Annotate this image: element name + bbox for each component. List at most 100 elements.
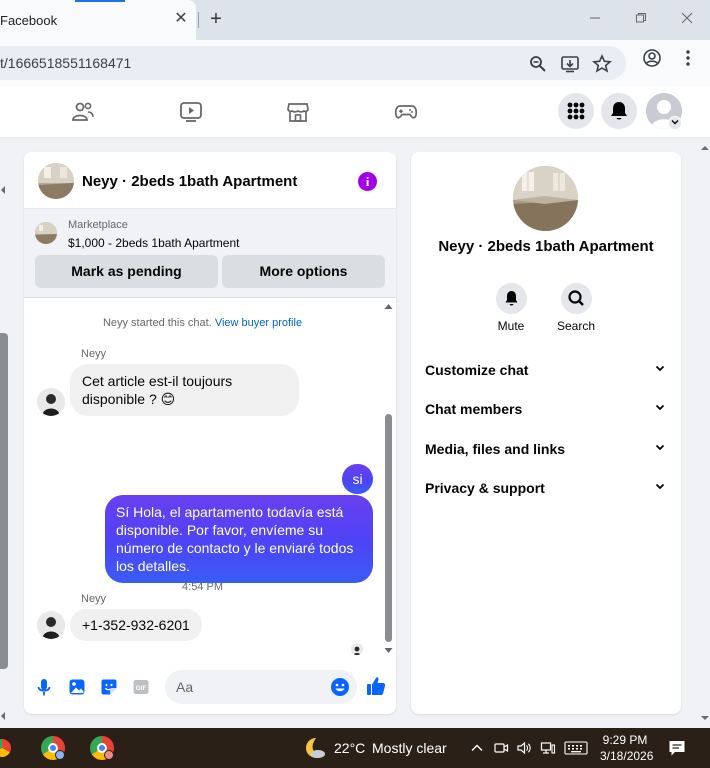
system-clock[interactable]: 9:29 PM 3/18/2026 (600, 732, 654, 764)
search-label: Search (556, 319, 596, 333)
chat-header: Neyy · 2beds 1bath Apartment i (24, 152, 396, 209)
search-action[interactable]: Search (546, 283, 606, 333)
tab-close-icon[interactable]: ✕ (173, 9, 189, 29)
close-window-icon[interactable] (675, 8, 699, 30)
like-thumb-icon[interactable] (365, 675, 387, 697)
browser-tab-strip: Facebook ✕ + (0, 0, 710, 40)
read-receipt-avatar (351, 643, 363, 655)
tab-separator (198, 12, 199, 28)
watch-video-icon[interactable] (179, 101, 203, 123)
chat-members-section[interactable]: Chat members (425, 397, 667, 421)
message-sender-name: Neyy (81, 348, 107, 360)
keyboard-icon[interactable] (564, 740, 588, 756)
message-composer: GIF Aa (24, 660, 396, 714)
media-files-links-section[interactable]: Media, files and links (425, 437, 667, 461)
mute-label: Mute (497, 319, 525, 333)
section-label: Customize chat (425, 362, 529, 378)
conversation-info-panel: Neyy · 2beds 1bath Apartment Mute Search… (411, 152, 681, 714)
chrome-app-icon[interactable] (0, 736, 14, 760)
browser-tab[interactable]: Facebook ✕ (0, 0, 196, 40)
sticker-icon[interactable] (99, 677, 119, 697)
search-icon[interactable] (560, 283, 592, 314)
weather-condition[interactable]: Mostly clear (372, 740, 447, 756)
privacy-support-section[interactable]: Privacy & support (425, 476, 667, 500)
incoming-message[interactable]: Cet article est-il toujours disponible ?… (70, 364, 299, 416)
marketplace-icon[interactable] (286, 101, 310, 123)
message-thread: Neyy started this chat. View buyer profi… (24, 298, 396, 658)
gaming-icon[interactable] (394, 101, 418, 123)
view-buyer-profile-link[interactable]: View buyer profile (215, 317, 302, 329)
notifications-bell-icon[interactable] (601, 93, 637, 129)
chrome-profile-app-icon[interactable] (41, 736, 65, 760)
clock-time: 9:29 PM (602, 733, 648, 747)
restore-icon[interactable] (629, 8, 653, 30)
listing-avatar[interactable] (38, 163, 74, 199)
profile-icon[interactable] (642, 48, 662, 68)
windows-taskbar: 22°C Mostly clear 9:29 PM 3/18/2026 (0, 728, 710, 768)
chat-scrollbar-thumb[interactable] (385, 414, 392, 642)
page-scrollbar[interactable] (697, 138, 710, 728)
sender-avatar[interactable] (37, 388, 65, 416)
left-scrollbar[interactable] (0, 138, 10, 728)
message-input[interactable]: Aa (165, 670, 357, 704)
new-tab-button[interactable]: + (205, 8, 227, 30)
listing-source: Marketplace (68, 219, 128, 231)
photo-icon[interactable] (67, 677, 87, 697)
message-input-placeholder: Aa (176, 679, 194, 695)
gif-icon[interactable]: GIF (131, 677, 151, 697)
weather-moon-icon[interactable] (301, 735, 327, 761)
browser-toolbar: t/1666518551168471 (0, 40, 710, 86)
tab-title: Facebook (0, 13, 58, 28)
chat-title: Neyy · 2beds 1bath Apartment (82, 173, 298, 190)
info-icon[interactable]: i (358, 172, 377, 191)
friends-icon[interactable] (71, 101, 95, 123)
outgoing-message[interactable]: Sí Hola, el apartamento todavía está dis… (105, 495, 373, 583)
message-sender-name: Neyy (81, 593, 107, 605)
browser-menu-icon[interactable] (678, 48, 698, 68)
section-label: Media, files and links (425, 441, 566, 457)
incoming-message[interactable]: +1-352-932-6201 (70, 609, 202, 641)
zoom-icon[interactable] (528, 54, 548, 74)
left-scrollbar-thumb[interactable] (0, 333, 8, 669)
volume-icon[interactable] (516, 740, 532, 756)
svg-text:GIF: GIF (136, 685, 147, 692)
more-options-button[interactable]: More options (222, 255, 385, 288)
chat-started-notice: Neyy started this chat. View buyer profi… (24, 317, 381, 329)
section-label: Chat members (425, 401, 523, 417)
meet-camera-icon[interactable] (493, 740, 509, 756)
clock-date: 3/18/2026 (600, 749, 654, 763)
listing-thumbnail[interactable] (35, 222, 57, 244)
url-text[interactable]: t/1666518551168471 (0, 55, 131, 71)
chevron-up-icon[interactable] (469, 740, 485, 756)
chevron-down-icon (655, 444, 665, 451)
menu-grid-button[interactable] (558, 93, 594, 129)
mute-bell-icon[interactable] (495, 283, 527, 314)
chat-panel: Neyy · 2beds 1bath Apartment i Marketpla… (24, 152, 396, 714)
weather-temperature[interactable]: 22°C (334, 740, 365, 756)
chevron-down-icon (655, 404, 665, 411)
listing-summary[interactable]: $1,000 - 2beds 1bath Apartment (68, 236, 239, 250)
chevron-down-icon (655, 483, 665, 490)
outgoing-message[interactable]: si (342, 464, 373, 494)
section-label: Privacy & support (425, 480, 545, 496)
bookmark-star-icon[interactable] (592, 54, 612, 74)
customize-chat-section[interactable]: Customize chat (425, 358, 667, 382)
minimize-icon[interactable] (583, 8, 607, 30)
install-app-icon[interactable] (560, 54, 580, 74)
network-icon[interactable] (540, 740, 556, 756)
listing-large-avatar[interactable] (513, 166, 578, 231)
notification-center-icon[interactable] (668, 739, 686, 757)
info-panel-title: Neyy · 2beds 1bath Apartment (438, 238, 654, 255)
sender-avatar[interactable] (37, 611, 65, 639)
address-bar[interactable]: t/1666518551168471 (0, 46, 626, 80)
microphone-icon[interactable] (34, 677, 54, 697)
emoji-icon[interactable] (330, 677, 350, 697)
mute-action[interactable]: Mute (481, 283, 541, 333)
mark-as-pending-button[interactable]: Mark as pending (35, 255, 218, 288)
chrome-profile-2-app-icon[interactable] (90, 736, 114, 760)
chat-scrollbar[interactable] (381, 298, 396, 658)
account-chevron-down-icon[interactable] (668, 116, 682, 130)
facebook-top-nav (0, 86, 710, 138)
tab-active-indicator (75, 0, 125, 2)
chevron-down-icon (655, 365, 665, 372)
